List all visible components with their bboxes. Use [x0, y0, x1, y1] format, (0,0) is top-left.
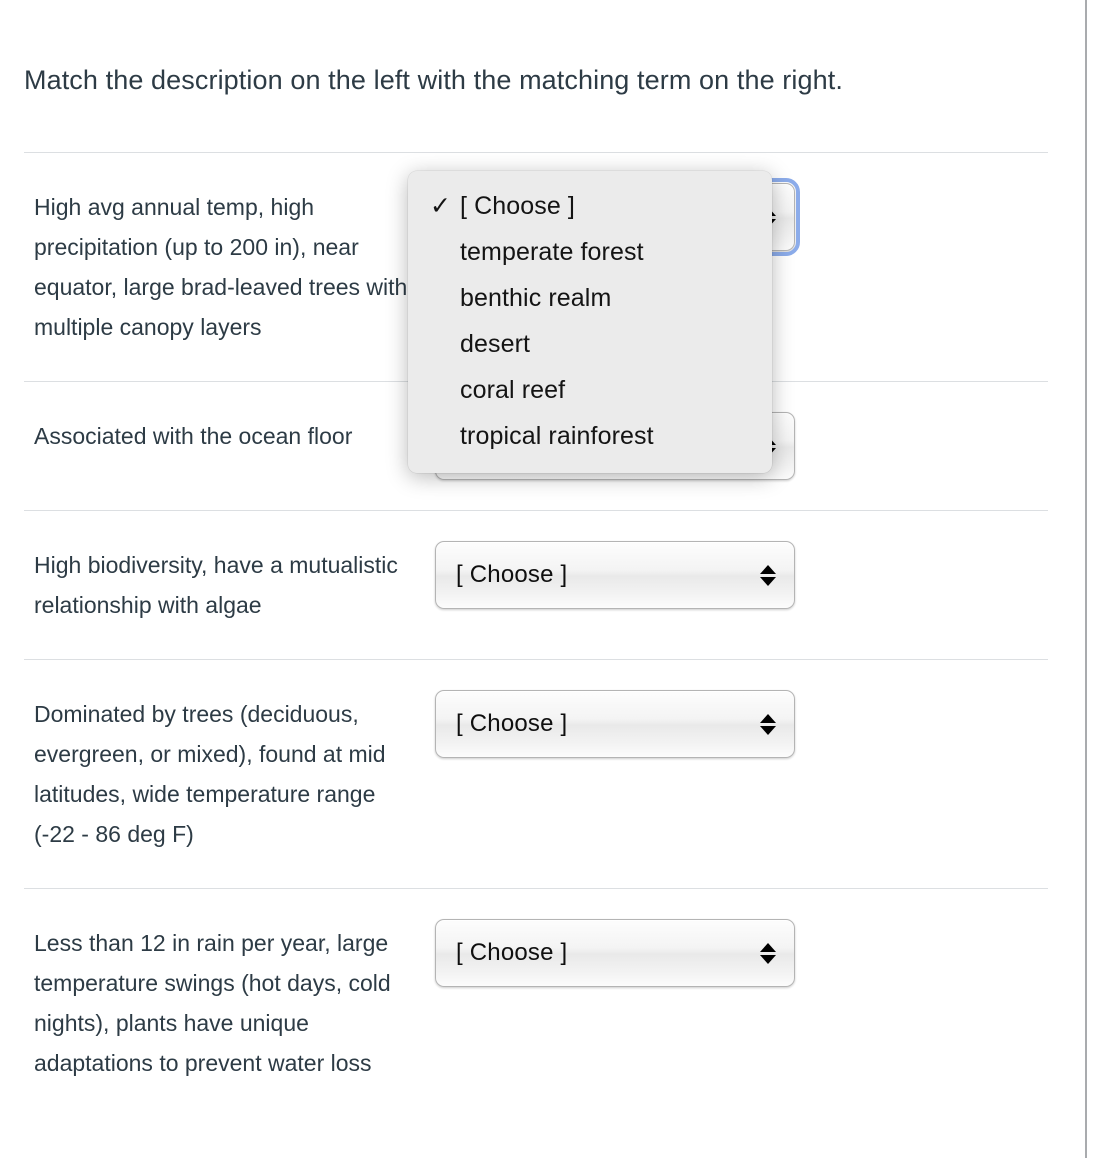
row-description: Associated with the ocean floor: [34, 423, 353, 449]
quiz-question-page: Match the description on the left with t…: [0, 0, 1086, 1158]
dropdown-option-label: [ Choose ]: [460, 191, 575, 220]
dropdown-option-coral-reef[interactable]: coral reef: [408, 367, 772, 413]
row-answer-cell: [ Choose ]: [424, 511, 1048, 639]
select-wrapper: [ Choose ]: [435, 541, 795, 609]
row-description: High avg annual temp, high precipitation…: [34, 194, 408, 340]
select-dropdown-menu[interactable]: ✓ [ Choose ] temperate forest benthic re…: [408, 171, 772, 473]
answer-select-3[interactable]: [ Choose ]: [435, 541, 795, 609]
row-description: Dominated by trees (deciduous, evergreen…: [34, 701, 386, 847]
answer-select-5[interactable]: [ Choose ]: [435, 919, 795, 987]
sort-arrows-icon: [760, 558, 776, 592]
dropdown-option-benthic-realm[interactable]: benthic realm: [408, 275, 772, 321]
row-answer-cell: [ Choose ]: [424, 889, 1048, 1017]
select-value: [ Choose ]: [456, 561, 568, 588]
dropdown-option-label: coral reef: [460, 375, 566, 404]
row-description: Less than 12 in rain per year, large tem…: [34, 930, 391, 1076]
row-answer-cell: [ Choose ]: [424, 660, 1048, 788]
dropdown-option-label: benthic realm: [460, 283, 612, 312]
sort-arrows-icon: [760, 707, 776, 741]
select-value: [ Choose ]: [456, 939, 568, 966]
table-row: High biodiversity, have a mutualistic re…: [24, 510, 1048, 659]
select-wrapper: [ Choose ]: [435, 690, 795, 758]
sort-arrows-icon: [760, 936, 776, 970]
table-row: Less than 12 in rain per year, large tem…: [24, 888, 1048, 1117]
answer-select-4[interactable]: [ Choose ]: [435, 690, 795, 758]
dropdown-option-temperate-forest[interactable]: temperate forest: [408, 229, 772, 275]
table-row: Dominated by trees (deciduous, evergreen…: [24, 659, 1048, 888]
dropdown-option-label: temperate forest: [460, 237, 644, 266]
dropdown-option-label: tropical rainforest: [460, 421, 654, 450]
row-description: High biodiversity, have a mutualistic re…: [34, 552, 398, 618]
question-prompt: Match the description on the left with t…: [24, 65, 843, 95]
vertical-scrollbar[interactable]: [1085, 0, 1087, 1158]
dropdown-option-tropical-rainforest[interactable]: tropical rainforest: [408, 413, 772, 459]
select-wrapper: [ Choose ]: [435, 919, 795, 987]
dropdown-option-choose[interactable]: ✓ [ Choose ]: [408, 183, 772, 229]
dropdown-option-desert[interactable]: desert: [408, 321, 772, 367]
dropdown-option-label: desert: [460, 329, 531, 358]
select-value: [ Choose ]: [456, 710, 568, 737]
check-icon: ✓: [430, 191, 452, 220]
